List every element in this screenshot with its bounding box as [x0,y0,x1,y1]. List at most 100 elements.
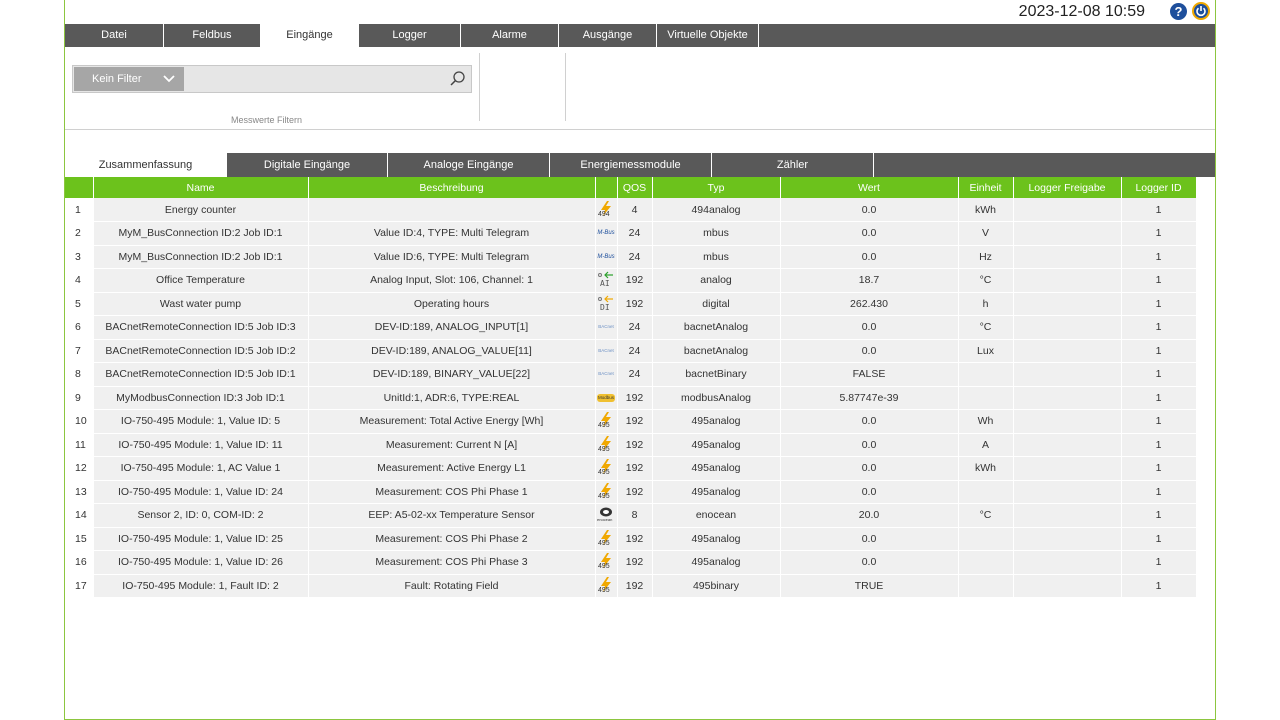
tab-energiemessmodule[interactable]: Energiemessmodule [550,153,712,177]
menu-feldbus[interactable]: Feldbus [164,24,261,47]
filter-search-input[interactable] [185,67,445,91]
column-header-typ[interactable]: Typ [652,177,781,198]
table-row[interactable]: 9 MyModbusConnection ID:3 Job ID:1 UnitId:… [65,386,1197,410]
filter-select[interactable]: Kein Filter [74,67,184,91]
arrow-left-icon [598,295,613,303]
menu-virtuelle-objekte[interactable]: Virtuelle Objekte [657,24,759,47]
chevron-down-icon [163,75,175,83]
cell-name: BACnetRemoteConnection ID:5 Job ID:1 [93,362,309,387]
icon-label: 495 [598,422,610,430]
search-button[interactable] [444,67,470,91]
table-row[interactable]: 10 IO-750-495 Module: 1, Value ID: 5 Measu… [65,409,1197,434]
tab-zusammenfassung[interactable]: Zusammenfassung [65,153,227,177]
table-row[interactable]: 11 IO-750-495 Module: 1, Value ID: 11 Meas… [65,433,1197,457]
cell-wert: 0.0 [780,198,959,222]
help-icon[interactable]: ? [1170,3,1187,20]
menu-alarme[interactable]: Alarme [461,24,559,47]
column-header-einheit[interactable]: Einheit [958,177,1014,198]
cell-typ: enocean [652,503,781,528]
cell-logger-freigabe [1013,456,1122,481]
cell-type-icon: 495 [595,433,618,457]
cell-type-icon: BACnet [595,339,618,363]
cell-typ: 495analog [652,409,781,434]
cell-wert: 18.7 [780,268,959,293]
table-row[interactable]: 14 Sensor 2, ID: 0, COM-ID: 2 EEP: A5-02-x… [65,503,1197,528]
column-header-beschreibung[interactable]: Beschreibung [308,177,596,198]
table-row[interactable]: 13 IO-750-495 Module: 1, Value ID: 24 Meas… [65,480,1197,504]
column-header-wert[interactable]: Wert [780,177,959,198]
cell-qos: 8 [617,503,653,528]
table-row[interactable]: 16 IO-750-495 Module: 1, Value ID: 26 Meas… [65,550,1197,575]
table-row[interactable]: 7 BACnetRemoteConnection ID:5 Job ID:2 DEV… [65,339,1197,363]
table-row[interactable]: 2 MyM_BusConnection ID:2 Job ID:1 Value ID… [65,221,1197,246]
cell-logger-id: 1 [1121,221,1197,246]
cell-einheit: Wh [958,409,1014,434]
table-row[interactable]: 8 BACnetRemoteConnection ID:5 Job ID:1 DEV… [65,362,1197,387]
cell-name: Sensor 2, ID: 0, COM-ID: 2 [93,503,309,528]
cell-name: Energy counter [93,198,309,222]
cell-qos: 24 [617,362,653,387]
cell-logger-id: 1 [1121,292,1197,316]
tab-digitale-eingaenge[interactable]: Digitale Eingänge [227,153,388,177]
table-row[interactable]: 5 Wast water pump Operating hours DI 192 digi… [65,292,1197,316]
cell-einheit [958,574,1014,598]
table-row[interactable]: 12 IO-750-495 Module: 1, AC Value 1 Measur… [65,456,1197,481]
table-row[interactable]: 17 IO-750-495 Module: 1, Fault ID: 2 Fault… [65,574,1197,598]
cell-beschreibung: Fault: Rotating Field [308,574,596,598]
cell-typ: 495analog [652,480,781,504]
icon-label: AI [600,279,610,289]
cell-name: IO-750-495 Module: 1, AC Value 1 [93,456,309,481]
tab-analoge-eingaenge[interactable]: Analoge Eingänge [388,153,550,177]
cell-logger-id: 1 [1121,409,1197,434]
digital-input-icon: DI [596,295,616,313]
tab-zaehler[interactable]: Zähler [712,153,874,177]
table-row[interactable]: 4 Office Temperature Analog Input, Slot: 1… [65,268,1197,293]
icon-label: Modbus [596,393,615,402]
column-header-logger-freigabe[interactable]: Logger Freigabe [1013,177,1122,198]
cell-type-icon: 495 [595,456,618,481]
cell-typ: 495analog [652,456,781,481]
cell-name: MyM_BusConnection ID:2 Job ID:1 [93,245,309,269]
row-index: 16 [65,550,94,575]
row-index: 3 [65,245,94,269]
cell-qos: 192 [617,480,653,504]
column-header-logger-id[interactable]: Logger ID [1121,177,1197,198]
cell-type-icon: 495 [595,480,618,504]
cell-name: IO-750-495 Module: 1, Value ID: 24 [93,480,309,504]
menu-logger[interactable]: Logger [359,24,461,47]
table-row[interactable]: 6 BACnetRemoteConnection ID:5 Job ID:3 DEV… [65,315,1197,340]
row-index: 1 [65,198,94,222]
cell-einheit [958,362,1014,387]
menu-datei[interactable]: Datei [65,24,164,47]
cell-einheit [958,550,1014,575]
cell-beschreibung: Measurement: COS Phi Phase 1 [308,480,596,504]
menu-ausgaenge[interactable]: Ausgänge [559,24,657,47]
cell-logger-id: 1 [1121,527,1197,551]
cell-wert: FALSE [780,362,959,387]
cell-typ: analog [652,268,781,293]
logout-power-icon[interactable] [1192,2,1210,20]
cell-qos: 192 [617,527,653,551]
cell-logger-freigabe [1013,386,1122,410]
cell-einheit: kWh [958,198,1014,222]
cell-name: MyModbusConnection ID:3 Job ID:1 [93,386,309,410]
main-menu-bar: Datei Feldbus Eingänge Logger Alarme Aus… [65,24,1215,47]
table-row[interactable]: 1 Energy counter 494 4 494analog 0.0 kWh 1 [65,198,1197,222]
cell-beschreibung [308,198,596,222]
cell-logger-freigabe [1013,503,1122,528]
cell-logger-freigabe [1013,409,1122,434]
cell-einheit: A [958,433,1014,457]
menu-eingaenge[interactable]: Eingänge [261,24,359,47]
table-row[interactable]: 3 MyM_BusConnection ID:2 Job ID:1 Value ID… [65,245,1197,269]
cell-beschreibung: DEV-ID:189, BINARY_VALUE[22] [308,362,596,387]
column-header-qos[interactable]: QOS [617,177,653,198]
cell-type-icon: AI [595,268,618,293]
table-body: 1 Energy counter 494 4 494analog 0.0 kWh 1 2 MyM_… [65,198,1197,598]
cell-einheit: °C [958,503,1014,528]
cell-einheit: kWh [958,456,1014,481]
sub-tab-bar: Zusammenfassung Digitale Eingänge Analog… [65,153,1215,177]
column-header-name[interactable]: Name [93,177,309,198]
cell-typ: 494analog [652,198,781,222]
cell-beschreibung: Measurement: Current N [A] [308,433,596,457]
table-row[interactable]: 15 IO-750-495 Module: 1, Value ID: 25 Meas… [65,527,1197,551]
